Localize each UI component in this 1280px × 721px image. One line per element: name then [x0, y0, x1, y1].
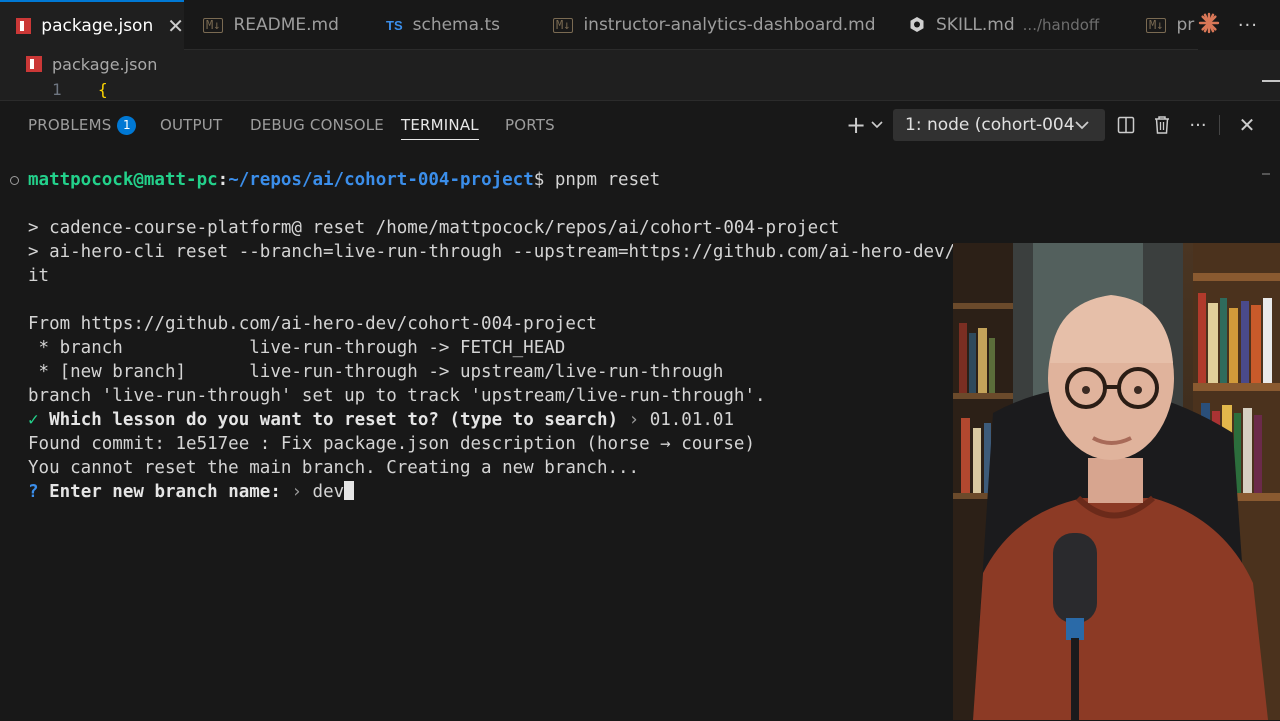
- tab-package-json[interactable]: package.json ✕: [0, 0, 184, 50]
- tab-label: pr: [1176, 15, 1195, 35]
- markdown-icon: M↓: [553, 17, 574, 33]
- editor-tab-bar: package.json ✕ M↓ README.md TS schema.ts…: [0, 0, 1280, 50]
- terminal-line: You cannot reset the main branch. Creati…: [28, 458, 640, 478]
- question-icon: ?: [28, 482, 39, 502]
- tab-problems-label: PROBLEMS: [28, 116, 112, 134]
- prompt-symbol: $: [533, 170, 545, 190]
- prompt-separator: :: [217, 170, 229, 190]
- tab-pr[interactable]: M↓ pr: [1146, 0, 1194, 50]
- terminal-select[interactable]: 1: node (cohort-004-project): [893, 109, 1105, 141]
- npm-icon: [16, 18, 32, 34]
- tab-debug-console[interactable]: DEBUG CONSOLE: [250, 113, 384, 139]
- breadcrumb: package.json: [0, 50, 1280, 78]
- tab-label: schema.ts: [412, 15, 500, 35]
- trash-icon[interactable]: [1149, 112, 1175, 138]
- panel-tab-bar: PROBLEMS 1 OUTPUT DEBUG CONSOLE TERMINAL …: [0, 101, 1280, 149]
- branch-name-input[interactable]: dev: [313, 482, 345, 502]
- new-terminal-icon[interactable]: +: [843, 111, 869, 139]
- terminal-branch-prompt: ? Enter new branch name: › dev: [28, 480, 355, 504]
- terminal-command: pnpm reset: [554, 170, 661, 190]
- terminal-line: it: [28, 266, 50, 286]
- terminal-lesson-line: ✓ Which lesson do you want to reset to? …: [28, 408, 734, 432]
- tab-problems[interactable]: PROBLEMS 1: [28, 113, 137, 139]
- chevron-down-icon: [1075, 120, 1089, 129]
- lesson-answer: 01.01.01: [649, 410, 734, 430]
- terminal-line: Found commit: 1e517ee : Fix package.json…: [28, 434, 755, 454]
- tab-skill[interactable]: SKILL.md .../handoff: [908, 0, 1099, 50]
- webcam-overlay: [953, 243, 1280, 720]
- branch-question: Enter new branch name:: [49, 482, 281, 502]
- markdown-icon: M↓: [1146, 17, 1167, 33]
- terminal-line: From https://github.com/ai-hero-dev/coho…: [28, 314, 597, 334]
- terminal-prompt-line: mattpocock@matt-pc:~/repos/ai/cohort-004…: [28, 168, 660, 192]
- presenter-video-frame: [953, 243, 1280, 720]
- tab-schema[interactable]: TS schema.ts: [386, 0, 500, 50]
- tab-instructor-analytics[interactable]: M↓ instructor-analytics-dashboard.md: [553, 0, 876, 50]
- breadcrumb-file[interactable]: package.json: [52, 55, 157, 74]
- more-actions-icon[interactable]: ···: [1238, 15, 1258, 36]
- arrow-icon: ›: [291, 482, 302, 502]
- tab-label: SKILL.md: [936, 15, 1015, 35]
- typescript-icon: TS: [386, 17, 403, 33]
- markdown-icon: M↓: [203, 17, 224, 33]
- tab-bar-actions: ···: [1197, 0, 1280, 50]
- code-text: {: [98, 80, 108, 99]
- close-panel-icon[interactable]: ✕: [1234, 112, 1260, 138]
- more-actions-icon[interactable]: ···: [1185, 112, 1211, 138]
- prompt-user: mattpocock@matt-pc: [28, 170, 218, 190]
- close-icon[interactable]: ✕: [167, 14, 184, 38]
- tab-terminal[interactable]: TERMINAL: [401, 113, 479, 140]
- tab-output[interactable]: OUTPUT: [160, 113, 222, 139]
- chevron-down-icon[interactable]: [869, 112, 885, 138]
- terminal-cursor: [344, 481, 355, 500]
- tab-ports[interactable]: PORTS: [505, 113, 555, 139]
- npm-icon: [26, 56, 42, 72]
- command-decoration-icon[interactable]: [10, 176, 19, 185]
- problems-count-badge: 1: [117, 116, 137, 135]
- split-terminal-icon[interactable]: [1113, 112, 1139, 138]
- terminal-scrollbar[interactable]: [1262, 173, 1270, 181]
- tab-label: package.json: [41, 16, 154, 36]
- divider: [1219, 115, 1220, 135]
- prompt-path: ~/repos/ai/cohort-004-project: [228, 170, 534, 190]
- tab-label: README.md: [233, 15, 339, 35]
- panel-actions: + 1: node (cohort-004-project) ··· ✕: [843, 109, 1280, 141]
- claude-icon[interactable]: [1198, 12, 1220, 38]
- terminal-line: branch 'live-run-through' set up to trac…: [28, 386, 766, 406]
- terminal-line: * branch live-run-through -> FETCH_HEAD: [28, 338, 566, 358]
- check-icon: ✓: [28, 410, 39, 430]
- editor-visible-line[interactable]: 1 {: [0, 78, 1280, 100]
- lesson-question: Which lesson do you want to reset to? (t…: [49, 410, 619, 430]
- minimap-slider[interactable]: [1262, 80, 1280, 82]
- tab-label: instructor-analytics-dashboard.md: [583, 15, 876, 35]
- terminal-select-value: 1: node (cohort-004-project): [905, 115, 1075, 135]
- terminal-line: > cadence-course-platform@ reset /home/m…: [28, 218, 840, 238]
- terminal-line: * [new branch] live-run-through -> upstr…: [28, 362, 724, 382]
- line-number: 1: [52, 80, 62, 99]
- arrow-icon: ›: [628, 410, 640, 430]
- tab-path-suffix: .../handoff: [1022, 16, 1100, 34]
- skill-icon: [908, 16, 926, 34]
- tab-readme[interactable]: M↓ README.md: [203, 0, 339, 50]
